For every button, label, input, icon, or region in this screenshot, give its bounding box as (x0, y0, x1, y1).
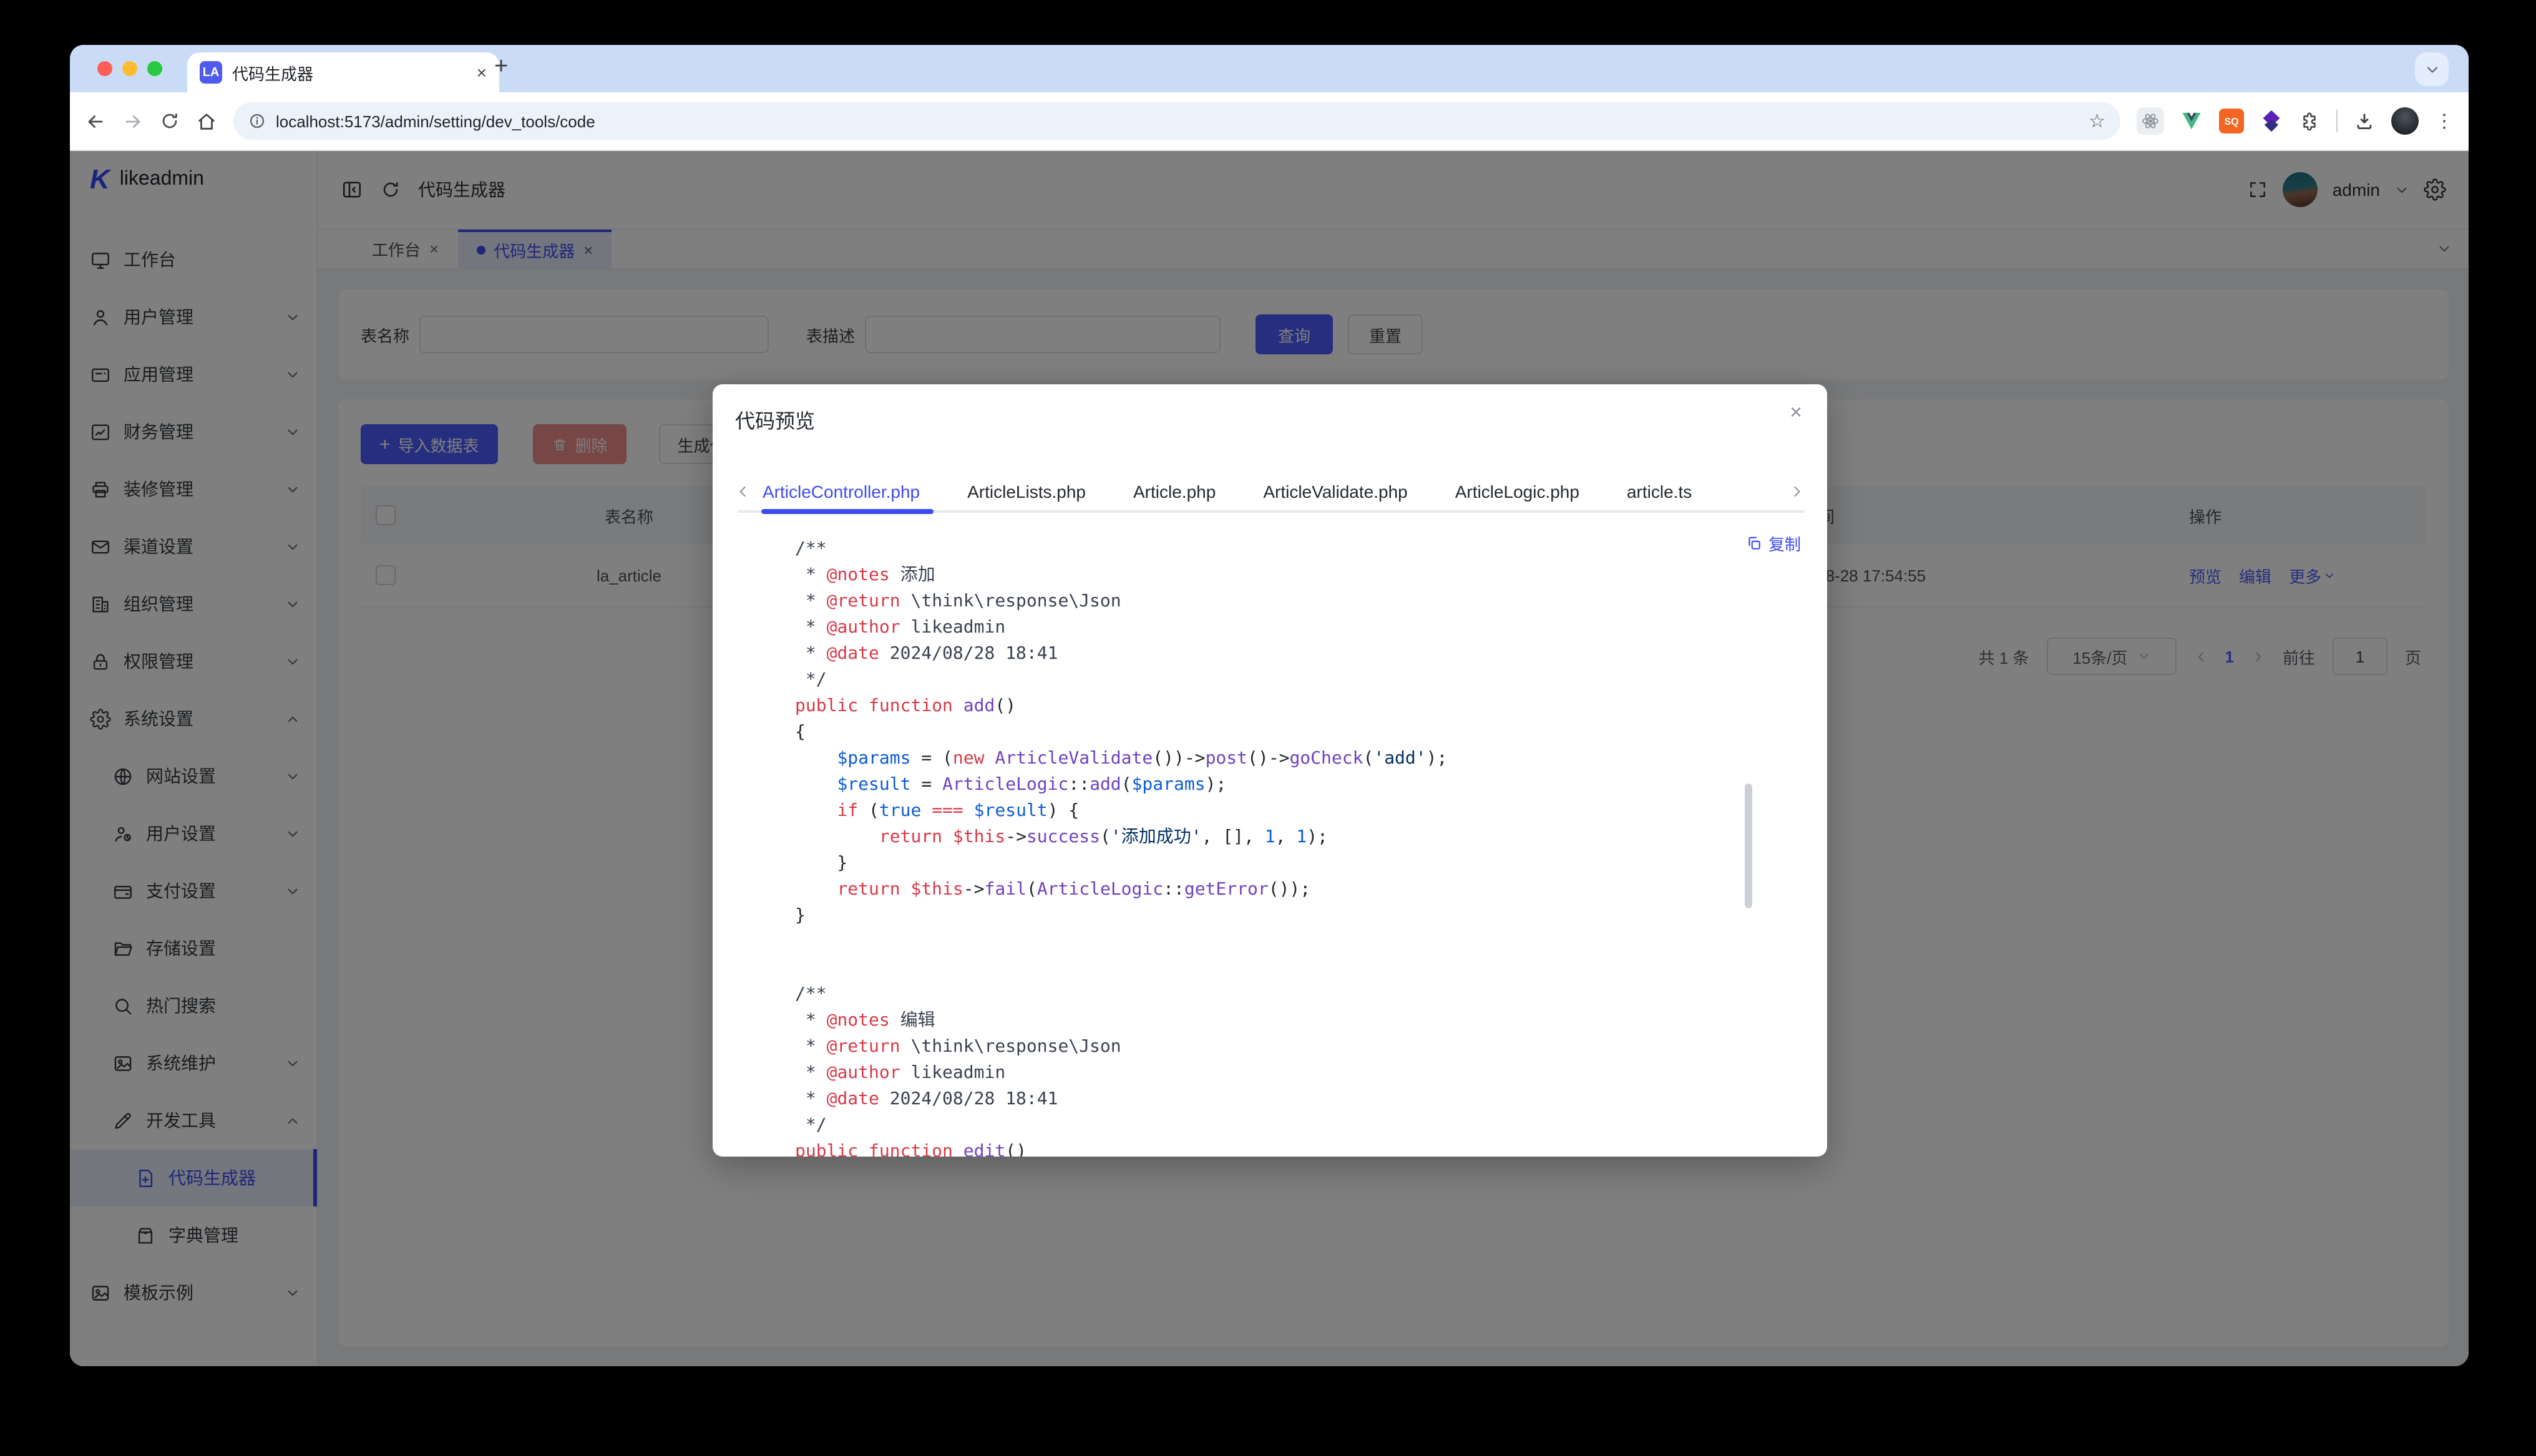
zoom-window-button[interactable] (147, 61, 162, 76)
file-tab-3[interactable]: ArticleValidate.php (1263, 482, 1407, 502)
vue-devtools-icon[interactable] (2180, 111, 2203, 131)
tab-search-button[interactable] (2415, 52, 2449, 86)
diamond-extension-icon[interactable] (2260, 109, 2283, 133)
copy-icon (1746, 535, 1762, 551)
traffic-lights (97, 61, 162, 76)
code-line: * @return \think\response\Json (795, 1034, 1827, 1060)
forward-button[interactable] (122, 110, 144, 132)
screen: LA 代码生成器 × + localhost:5173/admin/settin… (0, 0, 2536, 1456)
file-tab-4[interactable]: ArticleLogic.php (1455, 482, 1579, 502)
code-line: */ (795, 667, 1827, 694)
code-line: /** (795, 982, 1827, 1008)
bookmark-star-icon[interactable]: ☆ (2089, 110, 2105, 132)
tabs-scroll-right-button[interactable] (1790, 484, 1805, 499)
browser-toolbar: localhost:5173/admin/setting/dev_tools/c… (70, 92, 2469, 151)
code-line: */ (795, 1113, 1827, 1139)
reload-button[interactable] (160, 111, 180, 131)
extensions-area: SQ ⋮ (2137, 107, 2454, 135)
home-button[interactable] (196, 110, 217, 132)
modal-close-icon[interactable]: × (1790, 400, 1802, 425)
code-scrollbar-thumb[interactable] (1745, 784, 1752, 908)
url-text[interactable]: localhost:5173/admin/setting/dev_tools/c… (276, 112, 595, 130)
code-line: $result = ArticleLogic::add($params); (795, 772, 1827, 798)
code-scroll-area[interactable]: /** * @notes 添加 * @return \think\respons… (713, 514, 1827, 1157)
code-line: /** (795, 536, 1827, 563)
minimize-window-button[interactable] (122, 61, 137, 76)
code-line: } (795, 851, 1827, 877)
browser-tab-title: 代码生成器 (232, 61, 467, 84)
favicon: LA (200, 61, 222, 84)
code-line: * @notes 添加 (795, 563, 1827, 589)
code-line: * @return \think\response\Json (795, 589, 1827, 615)
active-tab-underline (761, 509, 934, 514)
modal-file-tabs: ArticleController.php ArticleLists.php Art… (763, 482, 1790, 502)
code-line: * @author likeadmin (795, 615, 1827, 641)
code-line: * @date 2024/08/28 18:41 (795, 641, 1827, 667)
code-line: return $this->success('添加成功', [], 1, 1); (795, 825, 1827, 851)
tabs-scroll-left-button[interactable] (735, 484, 750, 499)
code-line: public function add() (795, 694, 1827, 720)
modal-title: 代码预览 (735, 404, 815, 434)
file-tab-0[interactable]: ArticleController.php (763, 482, 920, 502)
code-line: return $this->fail(ArticleLogic::getErro… (795, 877, 1827, 903)
code-line (795, 956, 1827, 982)
downloads-icon[interactable] (2354, 110, 2375, 132)
code-line (795, 929, 1827, 956)
new-tab-button[interactable]: + (494, 54, 508, 81)
app-page: K likeadmin 工作台用户管理应用管理财务管理装修管理渠道设置组织管理权… (70, 151, 2469, 1366)
code-line: * @date 2024/08/28 18:41 (795, 1087, 1827, 1113)
browser-profile-avatar[interactable] (2391, 107, 2419, 135)
file-tab-1[interactable]: ArticleLists.php (967, 482, 1086, 502)
extensions-puzzle-icon[interactable] (2299, 110, 2320, 132)
copy-button[interactable]: 复制 (1741, 531, 1801, 555)
code-line: } (795, 903, 1827, 929)
close-window-button[interactable] (97, 61, 112, 76)
code-line: public function edit() (795, 1139, 1827, 1157)
code-line: * @author likeadmin (795, 1060, 1827, 1087)
back-button[interactable] (85, 110, 106, 132)
file-tab-2[interactable]: Article.php (1133, 482, 1216, 502)
address-bar[interactable]: localhost:5173/admin/setting/dev_tools/c… (233, 102, 2120, 140)
browser-tabstrip: LA 代码生成器 × + (70, 45, 2469, 92)
code-preview-modal: 代码预览 × ArticleController.php ArticleLists… (713, 384, 1827, 1157)
file-tabbar: ArticleController.php ArticleLists.php Art… (713, 472, 1827, 512)
code-line: $params = (new ArticleValidate())->post(… (795, 746, 1827, 772)
browser-tab[interactable]: LA 代码生成器 × (187, 52, 499, 92)
copy-label: 复制 (1768, 531, 1801, 555)
code-block: /** * @notes 添加 * @return \think\respons… (795, 536, 1827, 1157)
code-line: if (true === $result) { (795, 798, 1827, 825)
sq-extension-icon[interactable]: SQ (2219, 109, 2244, 133)
code-line: * @notes 编辑 (795, 1008, 1827, 1034)
toolbar-divider (2336, 110, 2338, 132)
browser-window: LA 代码生成器 × + localhost:5173/admin/settin… (70, 45, 2469, 1366)
code-line: { (795, 720, 1827, 746)
site-info-icon[interactable] (248, 112, 266, 130)
close-tab-icon[interactable]: × (477, 62, 487, 82)
chevron-down-icon (2424, 62, 2439, 77)
file-tab-5[interactable]: article.ts (1627, 482, 1692, 502)
browser-menu-icon[interactable]: ⋮ (2435, 110, 2454, 132)
react-devtools-icon[interactable] (2137, 107, 2164, 135)
